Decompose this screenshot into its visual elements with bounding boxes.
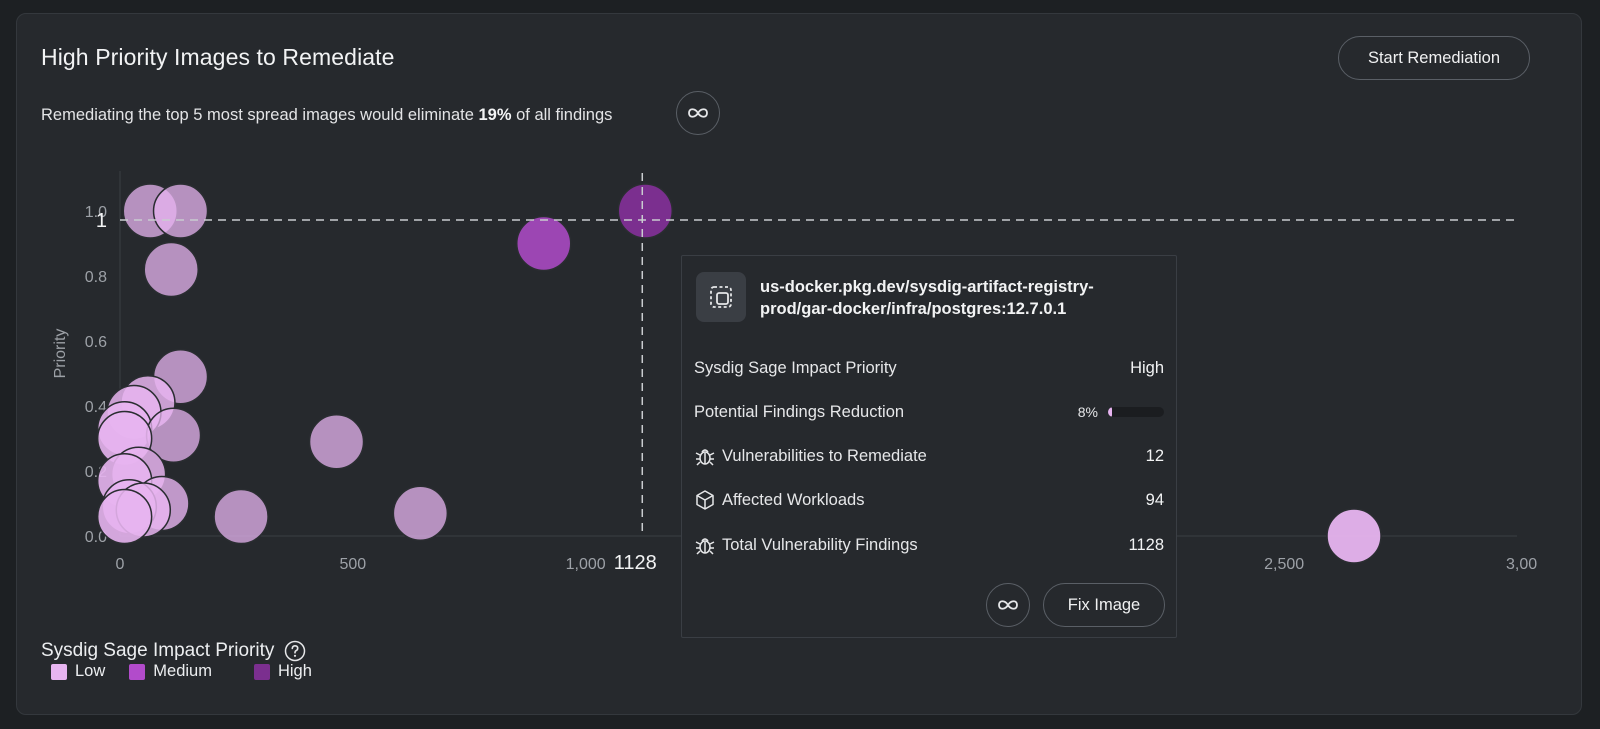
x-tick-label: 500 xyxy=(339,556,366,573)
fix-image-button[interactable]: Fix Image xyxy=(1043,583,1165,627)
legend-swatch-low xyxy=(51,663,67,680)
crosshair-x-label: 1128 xyxy=(614,552,657,574)
vulns-label: Vulnerabilities to Remediate xyxy=(722,446,927,465)
x-tick-label: 0 xyxy=(116,556,125,573)
image-name: us-docker.pkg.dev/sysdig-artifact-regist… xyxy=(760,278,1094,318)
priority-row: Sysdig Sage Impact Priority High xyxy=(694,356,1164,380)
data-point-medium xyxy=(516,215,572,272)
y-tick-label: 0.8 xyxy=(85,269,107,286)
bug-icon xyxy=(695,538,715,555)
total-value: 1128 xyxy=(1128,535,1164,554)
reduction-indicator: 8% xyxy=(1078,404,1164,420)
x-tick-label: 2,500 xyxy=(1264,556,1304,573)
legend-title: Sysdig Sage Impact Priority xyxy=(41,640,306,662)
reduction-bar-fill xyxy=(1108,407,1113,417)
reduction-value: 8% xyxy=(1077,404,1098,420)
cube-icon xyxy=(696,490,714,510)
reduction-row: Potential Findings Reduction 8% xyxy=(694,400,1164,424)
data-point-low xyxy=(308,414,365,470)
legend-item-high[interactable]: High xyxy=(253,662,312,681)
vulns-value: 12 xyxy=(1145,446,1164,465)
total-label: Total Vulnerability Findings xyxy=(722,535,918,554)
y-tick-label: 0.6 xyxy=(85,334,107,351)
x-tick-label: 3,00 xyxy=(1506,556,1537,573)
legend-label-low: Low xyxy=(75,662,106,680)
question-circle-icon[interactable] xyxy=(284,640,306,662)
legend-item-medium[interactable]: Medium xyxy=(129,662,212,681)
container-image-icon xyxy=(710,286,732,308)
legend: Low Medium High xyxy=(51,662,312,681)
image-icon-tile xyxy=(696,272,746,322)
total-row: Total Vulnerability Findings 1128 xyxy=(694,533,1164,557)
y-axis-label: Priority xyxy=(52,329,69,379)
priority-label: Sysdig Sage Impact Priority xyxy=(694,358,897,377)
workloads-value: 94 xyxy=(1145,490,1164,509)
legend-label-high: High xyxy=(277,662,312,680)
workloads-row: Affected Workloads 94 xyxy=(694,488,1164,512)
legend-swatch-medium xyxy=(129,663,146,680)
sage-image-button[interactable] xyxy=(986,583,1030,627)
reduction-bar xyxy=(1108,407,1164,417)
remediation-panel: High Priority Images to Remediate Start … xyxy=(16,13,1582,715)
data-point-low xyxy=(1326,508,1382,564)
crosshair-y-label: 1 xyxy=(96,210,107,232)
reduction-label: Potential Findings Reduction xyxy=(694,402,905,421)
workloads-label: Affected Workloads xyxy=(722,490,865,509)
legend-swatch-high xyxy=(253,663,270,680)
bug-icon xyxy=(695,449,715,466)
data-point-low xyxy=(152,183,209,239)
vulns-row: Vulnerabilities to Remediate 12 xyxy=(694,444,1164,468)
data-point-high xyxy=(617,183,674,239)
legend-title-text: Sysdig Sage Impact Priority xyxy=(41,640,275,661)
infinity-icon xyxy=(998,600,1018,610)
data-point-low xyxy=(213,488,269,545)
data-point-low xyxy=(96,488,153,545)
data-point-low xyxy=(143,241,199,298)
image-tooltip: us-docker.pkg.dev/sysdig-artifact-regist… xyxy=(681,255,1177,638)
data-point-low xyxy=(392,485,449,541)
priority-value: High xyxy=(1130,358,1164,377)
x-tick-label: 1,000 xyxy=(566,556,606,573)
legend-item-low[interactable]: Low xyxy=(51,662,105,681)
legend-label-medium: Medium xyxy=(153,662,212,680)
